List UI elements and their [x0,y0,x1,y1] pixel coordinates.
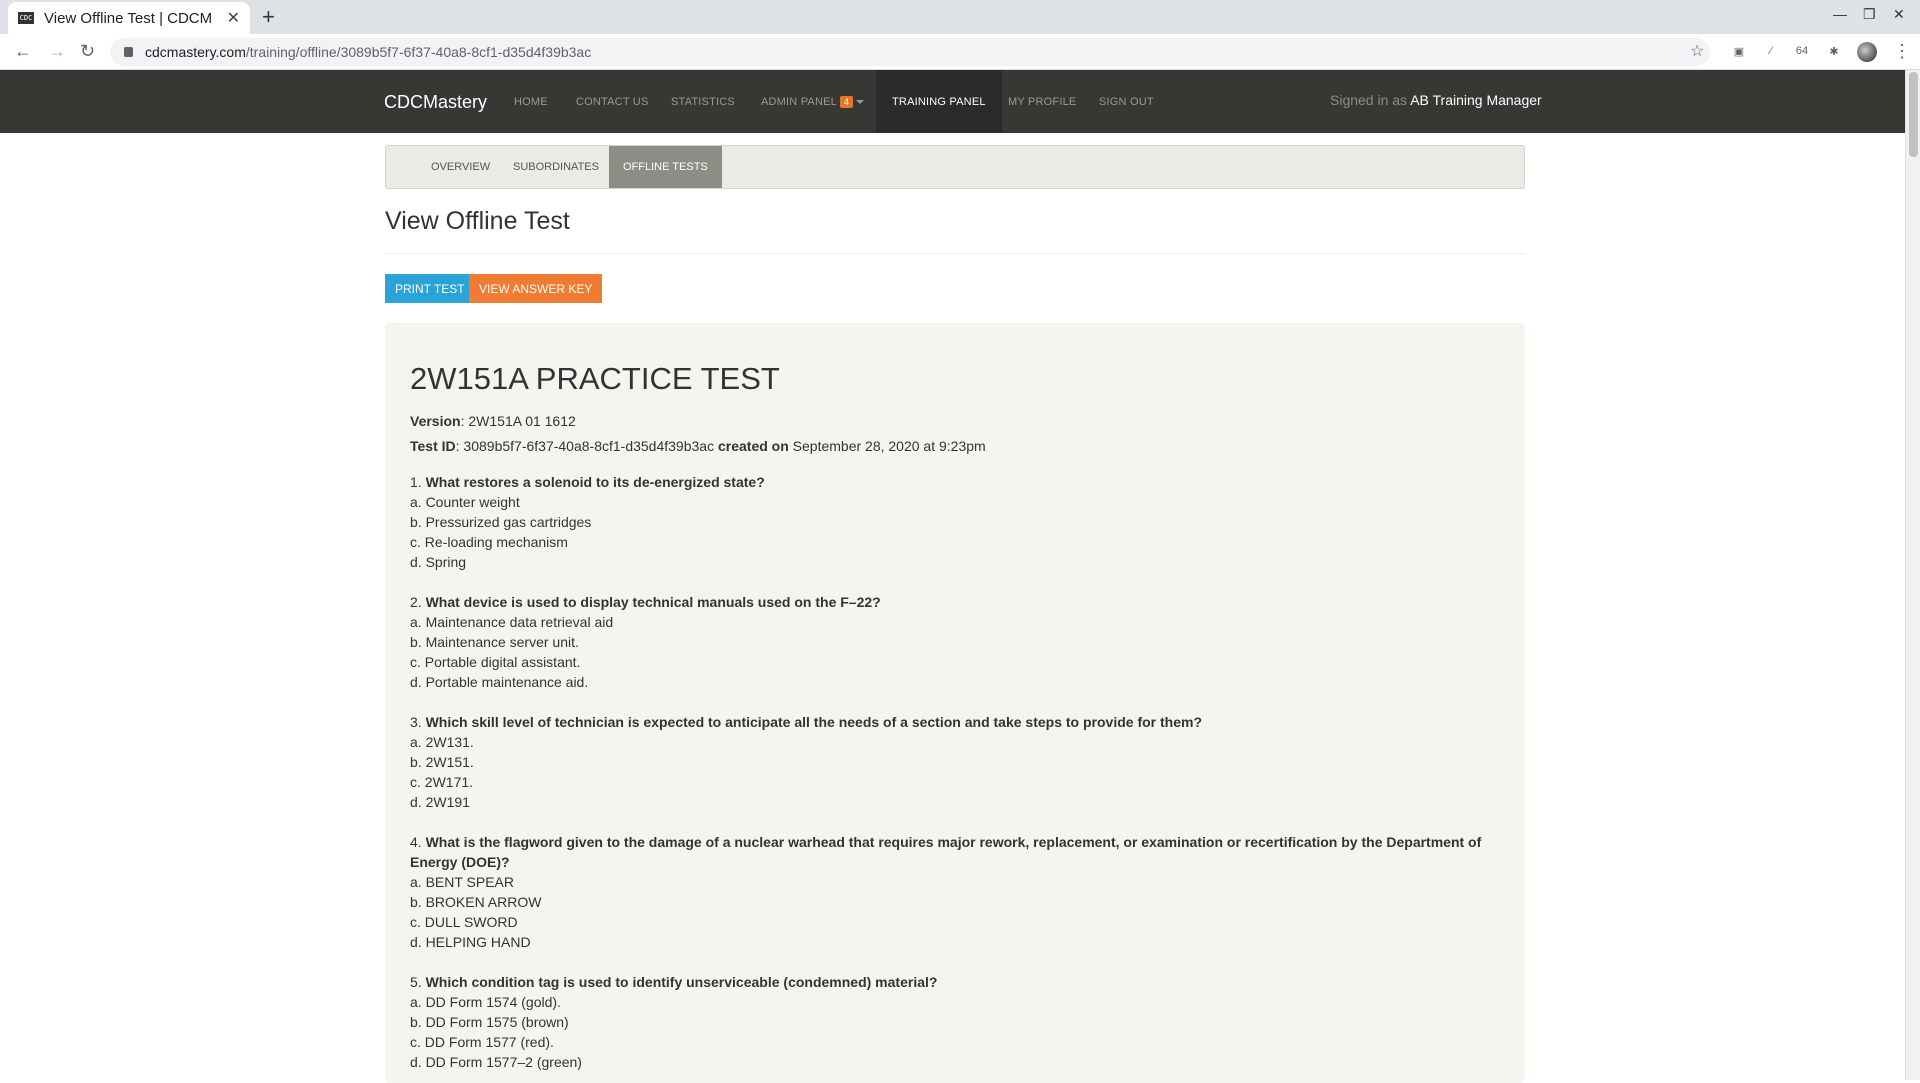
question-item: 2. What device is used to display techni… [410,592,1500,692]
question-number: 1. [410,474,422,490]
minimize-icon[interactable]: — [1833,6,1847,22]
version-label: Version [410,413,461,429]
answer-option: c. 2W171. [410,774,474,790]
back-icon[interactable]: ← [14,41,32,62]
lock-icon [124,47,133,57]
profile-avatar-icon[interactable] [1857,42,1877,62]
question-number: 3. [410,714,422,730]
nav-contact-us[interactable]: CONTACT US [576,70,649,133]
signed-in-prefix: Signed in as [1330,92,1408,108]
answer-option: d. Portable maintenance aid. [410,674,589,690]
answer-option: a. DD Form 1574 (gold). [410,994,561,1010]
tab-overview[interactable]: OVERVIEW [417,146,504,188]
question-text: What device is used to display technical… [425,594,881,610]
extension-icon[interactable]: ▣ [1730,42,1748,60]
answer-option: a. Maintenance data retrieval aid [410,614,614,630]
answer-option: d. HELPING HAND [410,934,531,950]
answer-option: a. 2W131. [410,734,474,750]
answer-option: c. Portable digital assistant. [410,654,581,670]
browser-toolbar: ← → ↻ cdcmastery.com/training/offline/30… [0,34,1920,70]
version-value: 2W151A 01 1612 [468,413,576,429]
test-id-label: Test ID [410,438,456,454]
answer-option: d. Spring [410,554,467,570]
notification-badge: 4 [839,95,854,108]
nav-admin-panel[interactable]: ADMIN PANEL 4 [761,70,865,133]
answer-option: a. BENT SPEAR [410,874,515,890]
answer-option: b. Maintenance server unit. [410,634,579,650]
question-text: What restores a solenoid to its de-energ… [425,474,765,490]
view-answer-key-button[interactable]: VIEW ANSWER KEY [469,274,603,303]
question-item: 5. Which condition tag is used to identi… [410,972,1500,1072]
new-tab-icon[interactable]: + [262,4,275,30]
answer-option: d. 2W191 [410,794,470,810]
answer-option: c. DD Form 1577 (red). [410,1034,554,1050]
test-title: 2W151A PRACTICE TEST [410,361,780,396]
nav-training-panel[interactable]: TRAINING PANEL [876,70,1002,133]
answer-option: b. 2W151. [410,754,474,770]
menu-dots-icon[interactable]: ⋮ [1893,41,1911,62]
answer-option: c. DULL SWORD [410,914,518,930]
question-number: 2. [410,594,422,610]
question-item: 3. Which skill level of technician is ex… [410,712,1500,812]
divider [385,253,1525,254]
page-title: View Offline Test [385,207,570,235]
created-label: created on [717,438,789,454]
bookmark-star-icon[interactable]: ☆ [1690,41,1704,61]
test-version-line: Version: 2W151A 01 1612 [410,413,576,429]
created-value: September 28, 2020 at 9:23pm [792,438,986,454]
nav-sign-out[interactable]: SIGN OUT [1099,70,1154,133]
question-list: 1. What restores a solenoid to its de-en… [410,472,1500,1072]
forward-icon[interactable]: → [48,41,66,62]
tab-title: View Offline Test | CDCM [44,9,213,27]
puzzle-extensions-icon[interactable]: ✱ [1825,42,1843,60]
question-text: Which condition tag is used to identify … [425,974,938,990]
site-navbar: CDCMastery HOME CONTACT US STATISTICS AD… [0,70,1905,133]
page-scrollbar[interactable] [1905,70,1920,1080]
answer-option: b. DD Form 1575 (brown) [410,1014,569,1030]
address-bar[interactable]: cdcmastery.com/training/offline/3089b5f7… [110,38,1710,66]
test-id-line: Test ID: 3089b5f7-6f37-40a8-8cf1-d35d4f3… [410,438,986,454]
close-window-icon[interactable]: ✕ [1893,6,1905,23]
test-panel: 2W151A PRACTICE TEST Version: 2W151A 01 … [385,323,1525,1083]
site-favicon-icon: CDC [18,12,34,24]
browser-tab[interactable]: CDC View Offline Test | CDCM ✕ [8,2,250,34]
training-subnav: OVERVIEW SUBORDINATES OFFLINE TESTS [385,145,1525,189]
question-text: What is the flagword given to the damage… [410,834,1482,870]
close-tab-icon[interactable]: ✕ [227,8,240,28]
question-number: 5. [410,974,422,990]
nav-my-profile[interactable]: MY PROFILE [1008,70,1076,133]
answer-option: d. DD Form 1577–2 (green) [410,1054,582,1070]
tab-offline-tests[interactable]: OFFLINE TESTS [609,146,722,188]
question-item: 4. What is the flagword given to the dam… [410,832,1500,952]
extension-icon[interactable]: 64 [1793,42,1811,60]
chevron-down-icon [856,99,865,104]
browser-tab-bar: CDC View Offline Test | CDCM ✕ + — ❐ ✕ [0,0,1920,34]
question-number: 4. [410,834,422,850]
answer-option: c. Re-loading mechanism [410,534,568,550]
question-text: Which skill level of technician is expec… [425,714,1202,730]
question-item: 1. What restores a solenoid to its de-en… [410,472,1500,572]
print-test-button[interactable]: PRINT TEST [385,274,475,303]
url-host: cdcmastery.com [145,44,246,60]
tab-subordinates[interactable]: SUBORDINATES [499,146,613,188]
url-path: /training/offline/3089b5f7-6f37-40a8-8cf… [245,44,592,60]
extension-icon[interactable]: ⁄ [1762,42,1780,60]
answer-option: b. BROKEN ARROW [410,894,542,910]
answer-option: a. Counter weight [410,494,520,510]
nav-admin-panel-label: ADMIN PANEL [761,95,837,108]
restore-icon[interactable]: ❐ [1863,6,1876,23]
answer-option: b. Pressurized gas cartridges [410,514,592,530]
nav-statistics[interactable]: STATISTICS [671,70,735,133]
signed-in-user[interactable]: AB Training Manager [1410,92,1542,108]
nav-home[interactable]: HOME [514,70,548,133]
signed-in-status: Signed in as AB Training Manager [1330,92,1542,108]
test-id-value: 3089b5f7-6f37-40a8-8cf1-d35d4f39b3ac [463,438,715,454]
scrollbar-thumb[interactable] [1909,72,1918,157]
reload-icon[interactable]: ↻ [80,41,95,62]
site-brand[interactable]: CDCMastery [384,92,487,113]
